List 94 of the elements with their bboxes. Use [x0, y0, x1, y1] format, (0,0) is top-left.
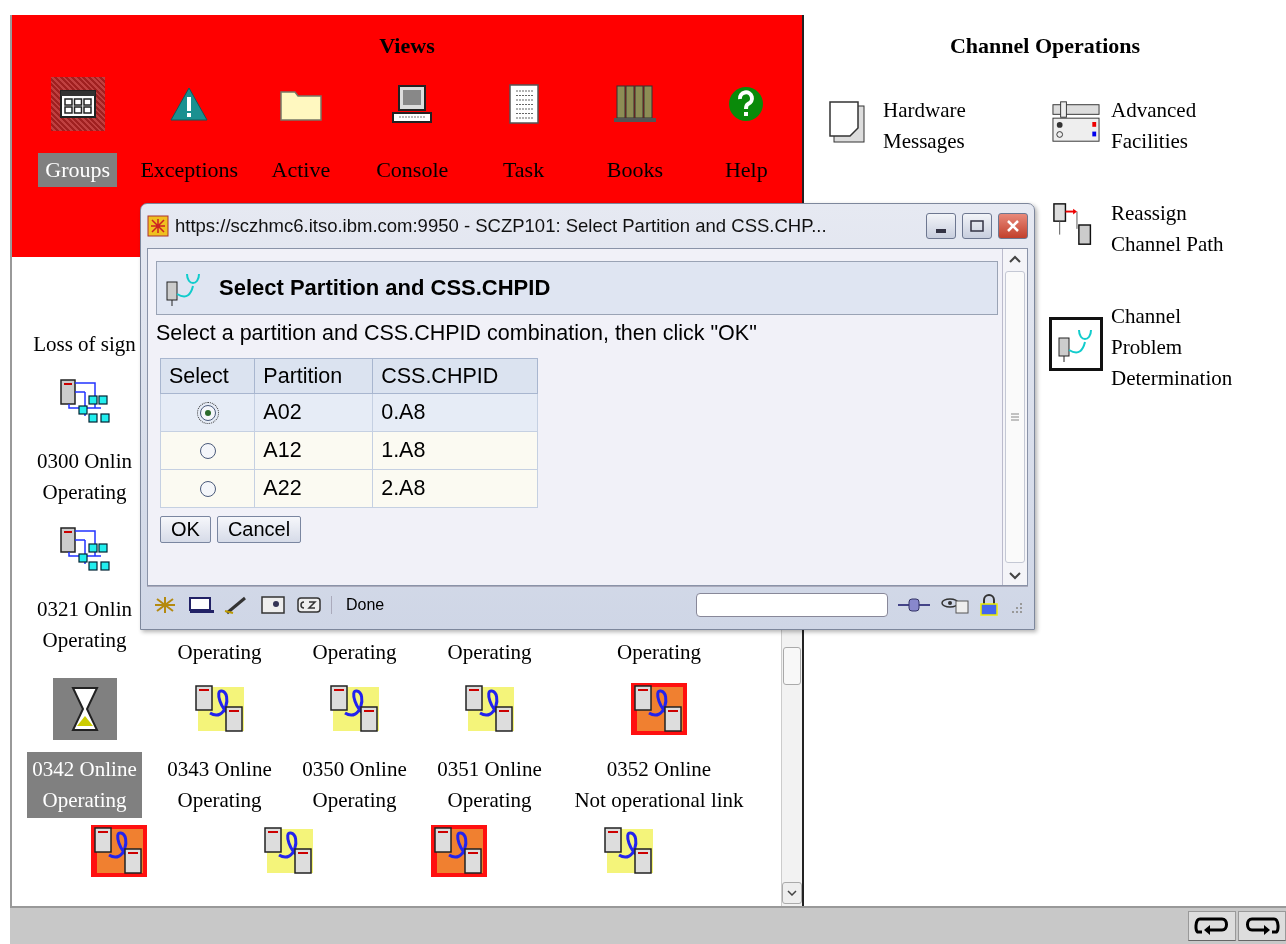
task-link[interactable]: Channel [1111, 301, 1233, 332]
channel-label[interactable]: 0343 Online Operating [162, 752, 277, 818]
view-tab[interactable]: Groups [38, 153, 118, 187]
channel-status-text: 0300 Onlin [36, 448, 133, 475]
network-icon [58, 378, 111, 424]
channel-link-icon [631, 683, 687, 735]
table-cell: 2.A8 [372, 469, 538, 508]
forward-button[interactable] [1238, 911, 1286, 941]
minimize-icon [936, 229, 946, 233]
maximize-icon [970, 220, 984, 232]
status-text: Done [331, 596, 688, 614]
grip-icon [1011, 413, 1019, 421]
warning-icon [169, 86, 210, 122]
close-icon [1006, 219, 1020, 233]
channel-label[interactable]: 0342 Online Operating [27, 752, 142, 818]
task-link[interactable]: Advanced [1111, 95, 1197, 126]
grid-icon [59, 90, 96, 118]
close-button[interactable] [998, 213, 1028, 239]
channel-status-text: Operating [42, 627, 127, 654]
instruction-text: Select a partition and CSS.CHPID combination, then click "OK" [156, 321, 758, 346]
network-icon [58, 526, 111, 572]
table-cell: 0.A8 [372, 393, 538, 432]
window-title: https://sczhmc6.itso.ibm.com:9950 - SCZP101: Select Partition and CSS.CHP... [175, 215, 828, 237]
column-header: Select [160, 358, 255, 394]
task-link[interactable]: Messages [883, 126, 966, 157]
channel-status-text: Operating [42, 787, 127, 814]
scroll-down-button[interactable] [782, 882, 802, 904]
hardware-panel-icon [1052, 100, 1100, 144]
document-icon [507, 83, 540, 125]
maximize-button[interactable] [962, 213, 992, 239]
scroll-thumb[interactable] [1005, 271, 1025, 563]
task-link[interactable]: Hardware [883, 95, 966, 126]
lock-icon [978, 594, 1000, 616]
channel-label[interactable]: 0300 Onlin Operating [31, 444, 138, 510]
channel-label[interactable]: 0350 Online Operating [297, 752, 412, 818]
channel-link-icon [431, 825, 487, 877]
eye-icon [940, 595, 970, 615]
task-link[interactable]: Reassign [1111, 198, 1224, 229]
channel-status-text: Operating [42, 479, 127, 506]
task-icon[interactable] [1049, 317, 1103, 371]
channel-link-icon [91, 825, 147, 877]
dialog-button[interactable]: Cancel [216, 516, 302, 543]
channel-label[interactable]: 0321 Onlin Operating [31, 592, 138, 658]
document-icon [828, 100, 868, 144]
column-header: Partition [254, 358, 373, 394]
monitor-icon[interactable] [187, 595, 215, 615]
table-cell: A12 [254, 431, 373, 470]
channel-status-text: 0351 Online [437, 756, 542, 783]
loop-arrow-icon [1244, 916, 1280, 936]
channel-status-text: 0352 Online [606, 756, 712, 783]
hourglass-icon [52, 678, 117, 740]
channel-status-text: 0342 Online [32, 756, 137, 783]
tasks-title: Channel Operations [949, 33, 1141, 59]
radio-button[interactable] [199, 404, 216, 421]
table-cell: A02 [254, 393, 373, 432]
minimize-button[interactable] [926, 213, 956, 239]
table-cell: 1.A8 [372, 431, 538, 470]
id-card-icon[interactable] [259, 595, 287, 615]
view-tab[interactable]: Books [599, 153, 671, 187]
view-tab[interactable]: Console [369, 153, 456, 187]
view-tab[interactable]: Help [717, 153, 775, 187]
dialog-heading: Select Partition and CSS.CHPID [219, 275, 551, 301]
channel-label[interactable]: 0352 Online Not operational link [569, 752, 749, 818]
channel-status-text: Not operational link [574, 787, 744, 814]
views-title: Views [379, 33, 435, 59]
plug-icon [896, 595, 932, 615]
loop-arrow-icon [1194, 916, 1230, 936]
view-tab[interactable]: Exceptions [133, 153, 246, 187]
channel-status-text: 0321 Onlin [36, 596, 133, 623]
radio-button[interactable] [199, 442, 216, 459]
radio-button[interactable] [199, 480, 216, 497]
channel-label[interactable]: 0351 Online Operating [432, 752, 547, 818]
scrollbar[interactable] [1002, 249, 1027, 585]
task-link[interactable]: Determination [1111, 363, 1233, 394]
channel-status-text: Operating [447, 787, 532, 814]
table-cell: A22 [254, 469, 373, 508]
view-tab[interactable]: Task [495, 153, 552, 187]
task-link[interactable]: Channel Path [1111, 229, 1224, 260]
task-link[interactable]: Problem [1111, 332, 1233, 363]
app-icon [147, 215, 169, 237]
computer-icon [391, 84, 434, 124]
channel-status-text: Operating [177, 787, 262, 814]
help-icon [727, 85, 766, 123]
view-tab[interactable]: Active [264, 153, 338, 187]
chevron-down-icon [787, 890, 797, 896]
column-header: CSS.CHPID [372, 358, 538, 394]
task-link[interactable]: Facilities [1111, 126, 1197, 157]
dialog-button[interactable]: OK [160, 516, 211, 543]
scroll-thumb[interactable] [783, 647, 801, 685]
channel-status-text: 0343 Online [167, 756, 272, 783]
back-button[interactable] [1188, 911, 1236, 941]
books-icon [612, 84, 657, 124]
channel-status-text: Operating [312, 787, 397, 814]
channel-status-text: 0350 Online [302, 756, 407, 783]
